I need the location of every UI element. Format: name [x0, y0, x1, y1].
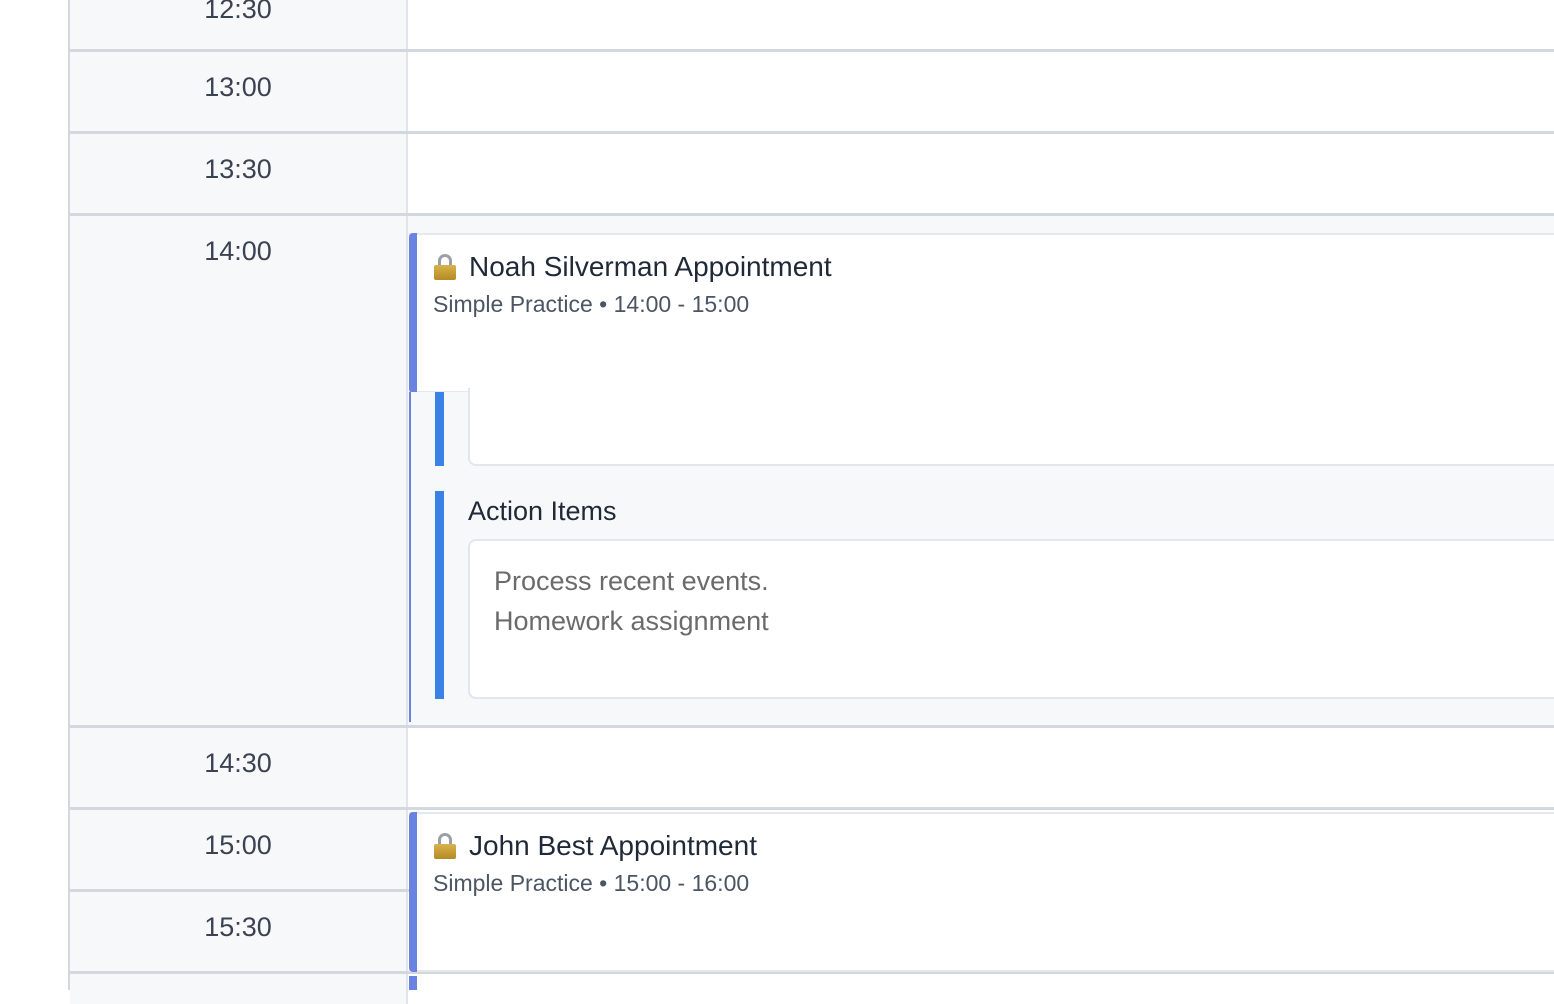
appointment-title: John Best Appointment: [469, 830, 757, 861]
time-label-cell: 13:30: [70, 134, 408, 213]
appointment-subtitle: Simple Practice • 15:00 - 16:00: [433, 870, 750, 896]
action-items-title: Action Items: [468, 496, 617, 526]
time-label: 15:00: [204, 830, 272, 860]
lock-icon: [433, 833, 457, 859]
lock-icon: [433, 254, 457, 280]
time-slot[interactable]: [408, 728, 1554, 807]
next-appointment-edge[interactable]: [409, 976, 1554, 990]
time-label: 15:30: [204, 912, 272, 942]
time-label-cell: 12:30: [70, 0, 408, 49]
time-slot[interactable]: [408, 52, 1554, 131]
time-slot[interactable]: [408, 134, 1554, 213]
time-label-cell: 14:00: [70, 216, 408, 725]
time-row-1230: 12:30: [70, 0, 1554, 52]
action-items-accent: [435, 491, 444, 699]
time-label: 13:00: [204, 72, 272, 102]
time-row-1330: 13:30: [70, 134, 1554, 216]
notes-textarea[interactable]: [468, 388, 1554, 466]
action-items-text: Process recent events. Homework assignme…: [494, 566, 769, 636]
time-slot[interactable]: [408, 0, 1554, 49]
time-row-1430: 14:30: [70, 728, 1554, 810]
appointment-subtitle: Simple Practice • 14:00 - 15:00: [433, 291, 750, 317]
time-label: 12:30: [204, 0, 272, 24]
notes-section-accent: [435, 392, 444, 466]
time-label: 13:30: [204, 154, 272, 184]
time-label-cell: 15:00: [70, 810, 408, 889]
time-label-cell: 14:30: [70, 728, 408, 807]
appointment-title-row: Noah Silverman Appointment: [433, 251, 832, 283]
appointment-notes-panel: Action Items Process recent events. Home…: [409, 388, 1554, 722]
appointment-card[interactable]: John Best Appointment Simple Practice • …: [409, 812, 1554, 972]
appointment-title: Noah Silverman Appointment: [469, 251, 832, 282]
action-items-textarea[interactable]: Process recent events. Homework assignme…: [468, 539, 1554, 699]
time-label-cell: 15:30: [70, 892, 408, 971]
appointment-title-row: John Best Appointment: [433, 830, 757, 862]
appointment-card[interactable]: Noah Silverman Appointment Simple Practi…: [409, 233, 1554, 393]
time-label-cell: [70, 974, 408, 1004]
time-label: 14:30: [204, 748, 272, 778]
time-label: 14:00: [204, 236, 272, 266]
time-row-1300: 13:00: [70, 52, 1554, 134]
time-label-cell: 13:00: [70, 52, 408, 131]
